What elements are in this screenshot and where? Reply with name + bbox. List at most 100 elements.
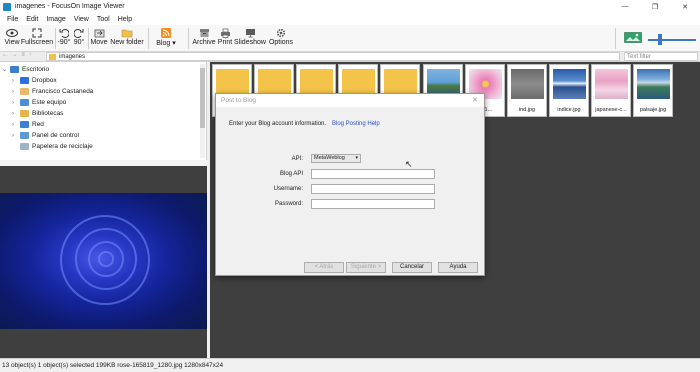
maximize-button[interactable]: ❐ [640, 0, 670, 13]
app-icon [3, 2, 11, 11]
new-folder-button[interactable]: New folder [110, 27, 144, 50]
tree-item-este-equipo[interactable]: › Este equipo [12, 97, 66, 108]
chevron-down-icon[interactable]: ⌄ [2, 66, 10, 73]
tree-item-escritorio[interactable]: ⌄ Escritorio [2, 64, 49, 75]
slideshow-button[interactable]: Slideshow [234, 27, 266, 50]
text-filter-input[interactable]: Text filter [624, 52, 698, 61]
folder-icon [49, 54, 56, 60]
preview-image[interactable] [0, 193, 207, 329]
folder-tree: ⌄ Escritorio › Dropbox › Francisco Casta… [0, 62, 207, 160]
toolbar-separator [188, 28, 189, 49]
chevron-right-icon[interactable]: › [12, 122, 20, 128]
expand-icon [32, 27, 42, 38]
tree-scrollbar-thumb[interactable] [200, 68, 205, 128]
help-button[interactable]: Ayuda [438, 262, 478, 273]
title-bar: imagenes - FocusOn Image Viewer — ❐ ✕ [0, 0, 700, 13]
eye-icon [6, 27, 18, 38]
thumbnail-image[interactable]: japanese-c... [591, 64, 631, 117]
blog-button[interactable]: Blog ▾ [155, 27, 177, 50]
tree-item-bibliotecas[interactable]: › Bibliotecas [12, 108, 63, 119]
dialog-title-bar: Post to Blog ✕ [216, 94, 484, 107]
new-folder-icon [121, 27, 133, 38]
tree-item-dropbox[interactable]: › Dropbox [12, 75, 57, 86]
chevron-right-icon[interactable]: › [12, 100, 20, 106]
recycle-bin-icon [20, 143, 29, 150]
mouse-cursor-icon: ↖ [405, 159, 413, 169]
tree-item-papelera[interactable]: Papelera de reciclaje [12, 141, 93, 152]
menu-image[interactable]: Image [42, 16, 69, 23]
rotate-right-button[interactable]: 90° [72, 27, 86, 50]
toolbar: View Fullscreen -90° 90° Move New folder [0, 25, 700, 52]
zoom-slider-track[interactable] [648, 39, 696, 41]
dialog-close-button[interactable]: ✕ [472, 96, 478, 104]
chevron-right-icon[interactable]: › [12, 111, 20, 117]
rss-icon [161, 27, 171, 38]
menu-tool[interactable]: Tool [93, 16, 114, 23]
path-text: imagenes [59, 54, 86, 60]
user-icon [20, 88, 29, 95]
minimize-button[interactable]: — [610, 0, 640, 13]
blog-posting-help-link[interactable]: Blog Posting Help [332, 121, 380, 127]
toolbar-separator [88, 28, 89, 49]
zoom-slider-thumb[interactable] [658, 34, 662, 45]
print-button[interactable]: Print [217, 27, 233, 50]
network-icon [20, 121, 29, 128]
path-field[interactable]: imagenes [46, 52, 620, 61]
tree-item-user[interactable]: › Francisco Castaneda [12, 86, 93, 97]
chevron-right-icon[interactable]: › [12, 78, 20, 84]
dropbox-icon [20, 77, 29, 84]
address-bar: ← → ≡ ↑ imagenes Text filter [0, 52, 700, 62]
api-label: API: [291, 156, 303, 162]
options-button[interactable]: Options [268, 27, 294, 50]
back-button[interactable]: < Atrás [304, 262, 344, 273]
tree-item-panel-de-control[interactable]: › Panel de control [12, 130, 79, 141]
picture-icon [624, 32, 642, 43]
dialog-intro-text: Enter your Blog account information. [229, 121, 327, 127]
view-button[interactable]: View [3, 27, 21, 50]
next-button[interactable]: Siguiente > [346, 262, 386, 273]
control-panel-icon [20, 132, 29, 139]
menu-bar: File Edit Image View Tool Help [0, 13, 700, 25]
blog-api-label: Blog API [279, 171, 303, 177]
status-text: 13 object(s) 1 object(s) selected 199KB … [2, 362, 224, 369]
computer-icon [20, 99, 29, 106]
blog-api-input[interactable] [311, 169, 435, 179]
menu-view[interactable]: View [70, 16, 93, 23]
rotate-left-button[interactable]: -90° [57, 27, 71, 50]
chevron-right-icon[interactable]: › [12, 89, 20, 95]
navigation-buttons[interactable]: ← → ≡ ↑ [2, 52, 33, 58]
cherry-blossom-image [595, 69, 628, 99]
fullscreen-button[interactable]: Fullscreen [21, 27, 53, 50]
thumbnail-image[interactable]: indice.jpg [549, 64, 589, 117]
thumbnail-image[interactable]: paisaje.jpg [633, 64, 673, 117]
menu-edit[interactable]: Edit [22, 16, 42, 23]
menu-help[interactable]: Help [114, 16, 136, 23]
dialog-title: Post to Blog [221, 97, 257, 104]
tree-item-red[interactable]: › Red [12, 119, 44, 130]
desktop-icon [10, 66, 19, 73]
chevron-down-icon: ▾ [355, 155, 358, 161]
photo-image [511, 69, 544, 99]
move-button[interactable]: Move [90, 27, 108, 50]
library-icon [20, 110, 29, 117]
username-input[interactable] [311, 184, 435, 194]
menu-file[interactable]: File [3, 16, 22, 23]
move-icon [94, 27, 105, 38]
post-to-blog-dialog: Post to Blog ✕ Enter your Blog account i… [215, 93, 485, 276]
password-label: Password: [274, 201, 303, 207]
preview-pane [0, 166, 207, 358]
chevron-right-icon[interactable]: › [12, 133, 20, 139]
mountain-image [553, 69, 586, 99]
thumbnail-image[interactable]: ind.jpg [507, 64, 547, 117]
gear-icon [276, 27, 286, 38]
archive-button[interactable]: Archive [192, 27, 216, 50]
landscape-image [637, 69, 670, 99]
close-button[interactable]: ✕ [670, 0, 700, 13]
password-input[interactable] [311, 199, 435, 209]
username-label: Username: [273, 186, 303, 192]
image-size-button[interactable] [624, 32, 642, 44]
api-select[interactable]: MetaWeblog ▾ [311, 154, 361, 163]
toolbar-separator [55, 28, 56, 49]
cancel-button[interactable]: Cancelar [392, 262, 432, 273]
toolbar-separator [148, 28, 149, 49]
